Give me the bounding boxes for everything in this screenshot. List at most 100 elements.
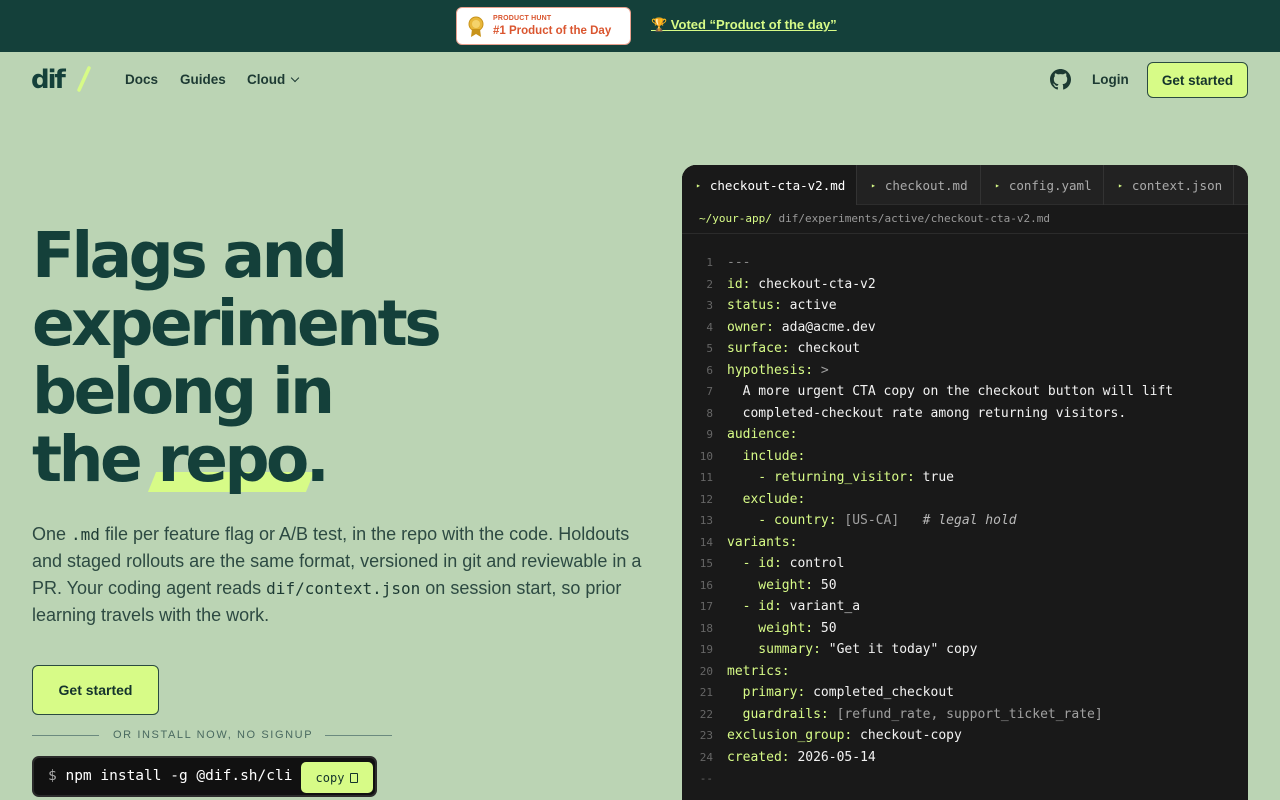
line-number: 13 [699,514,713,527]
top-banner: PRODUCT HUNT #1 Product of the Day 🏆 Vot… [0,0,1280,52]
tab-context[interactable]: ▸ context.json [1104,165,1234,205]
line-number: 1 [706,256,713,269]
code-text: weight: 50 [727,577,837,593]
code-line: 8 completed-checkout rate among returnin… [682,403,1248,425]
hero-title-line: Flags and [32,219,348,292]
code-line: 23 exclusion_group: checkout-copy [682,725,1248,747]
code-line: 12 exclude: [682,489,1248,511]
github-icon[interactable] [1050,69,1071,90]
code-line: 1 --- [682,252,1248,274]
code-text: - returning_visitor: true [727,470,954,485]
line-number: 14 [699,535,713,549]
code-text: A more urgent CTA copy on the checkout b… [727,384,1174,399]
code-line: 13 - country: [US-CA] # legal hold [682,510,1248,532]
code-line: 22 guardrails: [refund_rate, support_tic… [682,704,1248,726]
nav-cloud[interactable]: Cloud [247,72,300,87]
line-number: 15 [699,557,713,570]
or-install-caption: OR INSTALL NOW, NO SIGNUP [113,729,314,741]
line-number: 18 [699,621,713,635]
code-line: 21 primary: completed_checkout [682,682,1248,704]
dif-logo[interactable]: dif [31,64,91,94]
line-number: 17 [699,600,713,613]
line-number: 5 [706,342,713,355]
code-content[interactable]: 1 --- 2 id: checkout-cta-v2 3 status: active 4… [682,252,1248,790]
line-number: 7 [706,385,713,398]
code-line: 17 - id: variant_a [682,596,1248,618]
hero-get-started-button[interactable]: Get started [32,665,159,715]
chevron-down-icon [291,73,300,83]
code-line: 18 weight: 50 [682,618,1248,640]
file-breadcrumb: ~/your-app/ dif/experiments/active/check… [699,212,1051,225]
copy-label: copy [315,770,345,785]
code-text: metrics: [727,663,790,679]
nav-get-started-button[interactable]: Get started [1147,62,1248,98]
code-line: 24 created: 2026-05-14 [682,747,1248,769]
code-line: 14 variants: [682,532,1248,554]
code-line: 16 weight: 50 [682,575,1248,597]
code-text: exclude: [727,491,806,507]
code-text: - id: variant_a [727,599,861,614]
file-icon: ▸ [871,180,876,190]
code-text: - country: [US-CA] # legal hold [727,513,1017,528]
code-text: guardrails: [refund_rate, support_ticket… [727,706,1103,722]
code-line: -- [682,768,1248,790]
voted-link[interactable]: 🏆 Voted “Product of the day” [651,17,837,33]
divider [32,735,99,736]
medal-icon [468,16,484,37]
file-icon: ▸ [696,180,701,190]
code-line: 20 metrics: [682,661,1248,683]
nav-docs[interactable]: Docs [125,72,158,87]
code-editor: ▸ checkout-cta-v2.md ▸ checkout.md ▸ config… [682,165,1248,800]
code-line: 4 owner: ada@acme.dev [682,317,1248,339]
line-number: 10 [699,449,713,463]
line-number: 6 [706,363,713,377]
editor-tabs: ▸ checkout-cta-v2.md ▸ checkout.md ▸ config… [682,165,1248,205]
line-number: 9 [706,428,713,441]
badge-title: #1 Product of the Day [493,25,612,37]
line-number: 20 [699,664,713,678]
svg-text:dif: dif [31,65,67,94]
code-text: status: active [727,298,837,313]
copy-button[interactable]: copy [301,762,373,793]
install-command[interactable]: $ npm install -g @dif.sh/cli [48,768,292,784]
code-text: include: [727,448,806,464]
nav-guides[interactable]: Guides [180,72,226,87]
code-line: 15 - id: control [682,553,1248,575]
code-text: surface: checkout [727,341,861,356]
tab-checkout-cta-v2[interactable]: ▸ checkout-cta-v2.md [682,165,857,205]
divider [682,233,1248,234]
hero-title-line: experiments [32,287,442,360]
code-line: 2 id: checkout-cta-v2 [682,274,1248,296]
code-text: exclusion_group: checkout-copy [727,728,962,743]
code-line: 10 include: [682,446,1248,468]
divider [325,735,392,736]
highlighted-word: repo [157,423,310,496]
tab-checkout[interactable]: ▸ checkout.md [857,165,981,205]
code-line: 5 surface: checkout [682,338,1248,360]
code-text: completed-checkout rate among returning … [727,405,1127,421]
code-line: 19 summary: "Get it today" copy [682,639,1248,661]
code-line: 7 A more urgent CTA copy on the checkout… [682,381,1248,403]
inline-code: dif/context.json [266,579,421,598]
code-line: 3 status: active [682,295,1248,317]
line-number: 12 [699,492,713,506]
line-number: 19 [699,643,713,656]
copy-icon [350,772,359,783]
product-hunt-badge[interactable]: PRODUCT HUNT #1 Product of the Day [456,7,631,45]
hero-description: One .md file per feature flag or A/B tes… [32,524,642,625]
code-text: variants: [727,534,798,550]
nav-cloud-label: Cloud [247,72,286,87]
hero-title: Flags and experiments belong in the repo… [32,222,552,494]
file-icon: ▸ [995,180,1000,190]
code-text: id: checkout-cta-v2 [727,276,876,292]
login-link[interactable]: Login [1092,72,1129,87]
code-text: owner: ada@acme.dev [727,319,876,335]
line-number: 21 [699,686,713,699]
code-line: 9 audience: [682,424,1248,446]
code-text: weight: 50 [727,620,837,636]
tab-config[interactable]: ▸ config.yaml [981,165,1104,205]
code-text: audience: [727,427,798,442]
code-text: --- [727,255,751,270]
inline-code: .md [71,525,100,544]
line-number: 16 [699,578,713,592]
